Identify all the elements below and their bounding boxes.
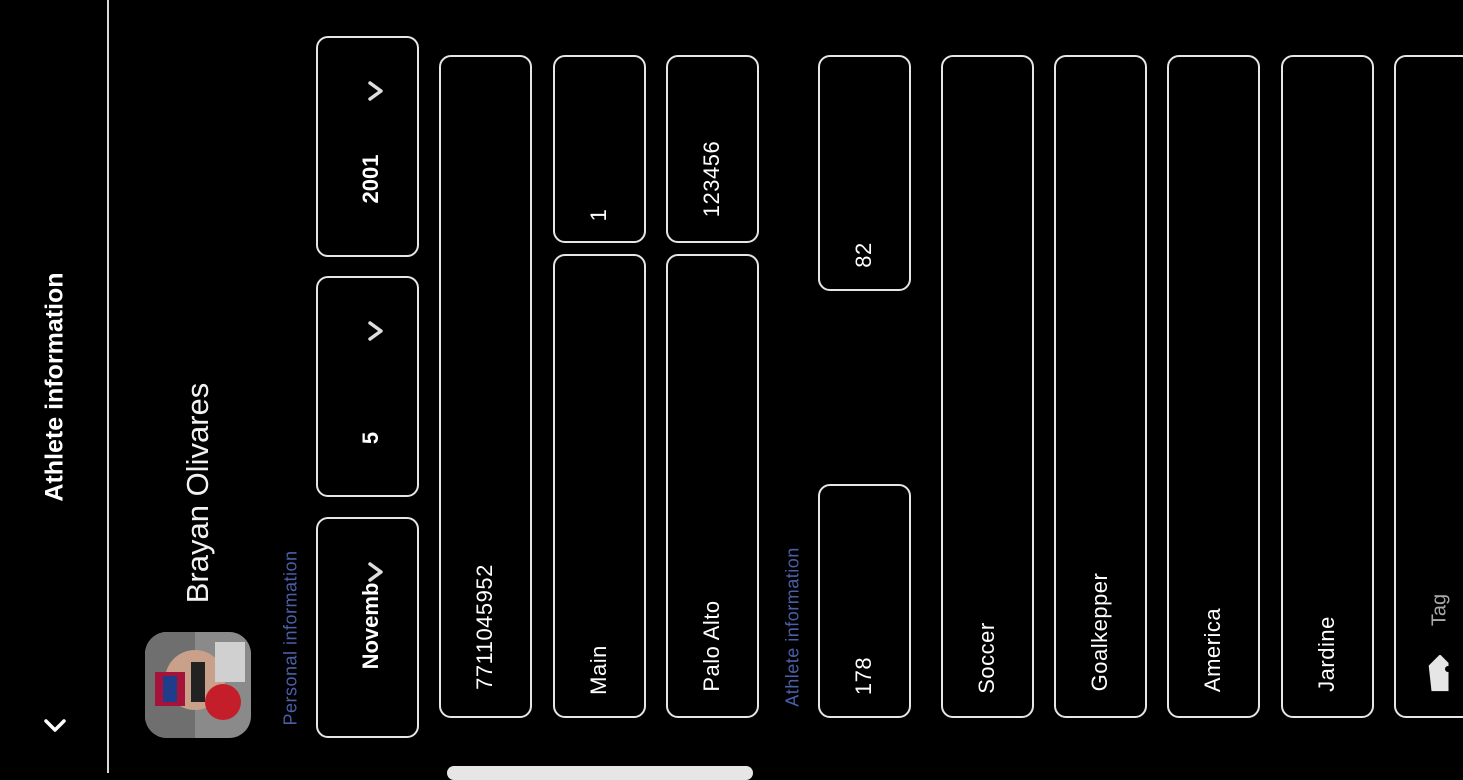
team-field[interactable]: America bbox=[1167, 55, 1260, 718]
postal-code-field[interactable]: 123456 bbox=[666, 55, 759, 243]
street-value: Main bbox=[586, 645, 611, 695]
club-value: Jardine bbox=[1314, 616, 1339, 692]
city-field[interactable]: Palo Alto bbox=[666, 254, 759, 718]
position-field[interactable]: Goalkepper bbox=[1054, 55, 1147, 718]
birth-year-select[interactable]: 2001 bbox=[316, 36, 419, 257]
chevron-down-icon bbox=[44, 719, 66, 732]
height-value: 178 bbox=[851, 656, 876, 696]
tag-placeholder: Tag bbox=[1428, 593, 1451, 627]
birth-year-value: 2001 bbox=[358, 154, 383, 204]
postal-code-value: 123456 bbox=[699, 140, 724, 218]
city-value: Palo Alto bbox=[699, 600, 724, 692]
chevron-right-icon bbox=[368, 81, 383, 101]
section-label-personal: Personal information bbox=[280, 550, 301, 726]
position-value: Goalkepper bbox=[1087, 572, 1112, 692]
page-title: Athlete information bbox=[40, 272, 69, 502]
street-number-field[interactable]: 1 bbox=[553, 55, 646, 243]
header-divider bbox=[107, 0, 109, 773]
chevron-right-icon bbox=[368, 321, 383, 341]
phone-field[interactable]: 7711045952 bbox=[439, 55, 532, 718]
section-label-athlete: Athlete information bbox=[782, 547, 803, 707]
sport-field[interactable]: Soccer bbox=[941, 55, 1034, 718]
back-button[interactable] bbox=[38, 708, 72, 742]
avatar[interactable] bbox=[145, 632, 251, 738]
tag-field[interactable]: Tag bbox=[1394, 55, 1463, 718]
athlete-name: Brayan Olivares bbox=[180, 382, 215, 604]
birth-day-select[interactable]: 5 bbox=[316, 276, 419, 497]
street-field[interactable]: Main bbox=[553, 254, 646, 718]
street-number-value: 1 bbox=[586, 208, 611, 222]
chevron-right-icon bbox=[368, 562, 383, 582]
team-value: America bbox=[1200, 607, 1225, 693]
birth-month-value: Novemb bbox=[358, 582, 383, 670]
avatar-photo bbox=[145, 632, 251, 738]
birth-day-value: 5 bbox=[358, 431, 383, 445]
club-field[interactable]: Jardine bbox=[1281, 55, 1374, 718]
weight-field[interactable]: 82 bbox=[818, 55, 911, 291]
bottom-sheet-handle[interactable] bbox=[447, 766, 753, 780]
height-field[interactable]: 178 bbox=[818, 484, 911, 718]
weight-value: 82 bbox=[851, 242, 876, 268]
birth-month-select[interactable]: Novemb bbox=[316, 517, 419, 738]
sport-value: Soccer bbox=[974, 622, 999, 694]
phone-value: 7711045952 bbox=[472, 564, 497, 690]
tag-icon bbox=[1428, 655, 1451, 692]
